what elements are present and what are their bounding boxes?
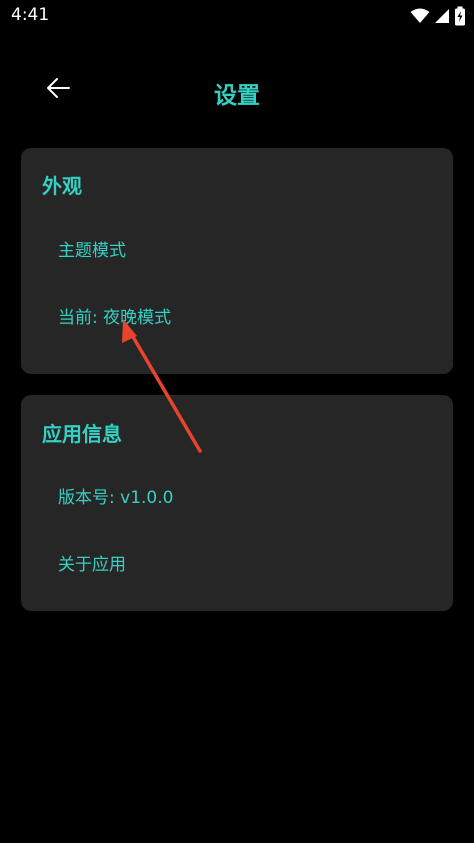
about-app-item[interactable]: 关于应用 bbox=[58, 550, 126, 575]
status-icons bbox=[410, 6, 466, 26]
status-time: 4:41 bbox=[11, 5, 50, 25]
app-info-section-title: 应用信息 bbox=[42, 422, 122, 446]
appearance-card: 外观 主题模式 当前: 夜晚模式 bbox=[21, 148, 453, 374]
version-item: 版本号: v1.0.0 bbox=[58, 488, 174, 508]
appearance-section-title: 外观 bbox=[42, 174, 82, 198]
wifi-icon bbox=[410, 8, 430, 24]
battery-charging-icon bbox=[454, 6, 466, 26]
app-info-card: 应用信息 版本号: v1.0.0 关于应用 bbox=[21, 395, 453, 611]
status-bar: 4:41 bbox=[0, 0, 474, 32]
current-mode-item[interactable]: 当前: 夜晚模式 bbox=[58, 303, 171, 328]
theme-mode-item[interactable]: 主题模式 bbox=[58, 236, 126, 261]
app-bar: 设置 bbox=[0, 62, 474, 118]
page-title: 设置 bbox=[214, 83, 260, 109]
signal-icon bbox=[434, 8, 450, 24]
